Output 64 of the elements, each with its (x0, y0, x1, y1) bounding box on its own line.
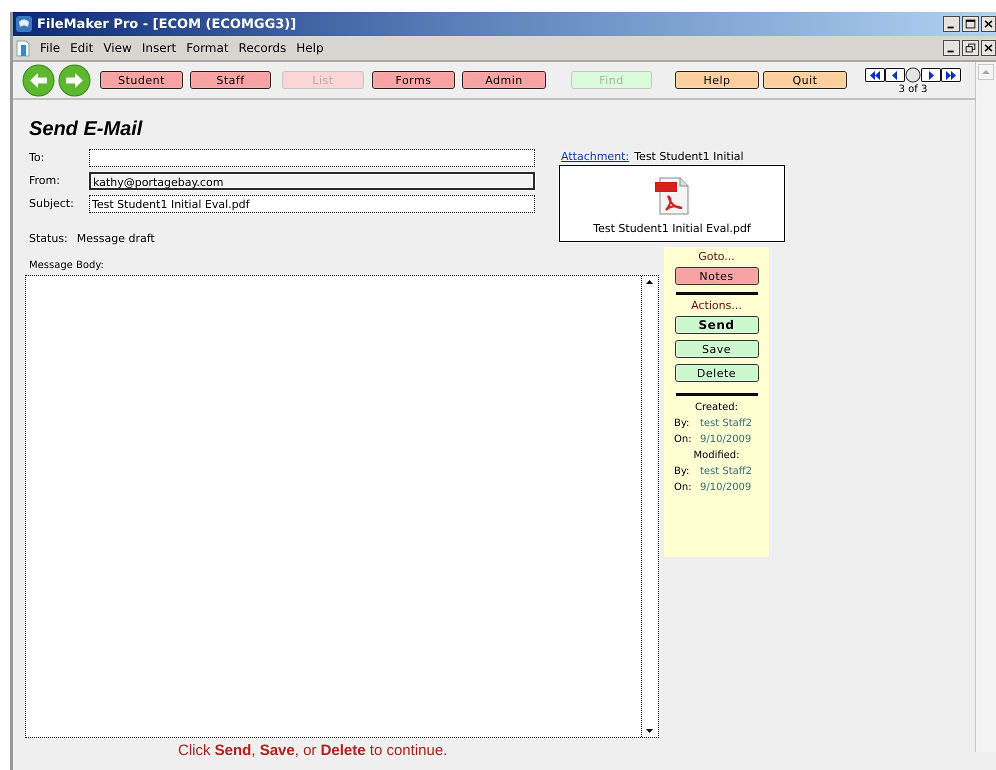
maximize-icon[interactable] (962, 16, 979, 32)
toolbar-button[interactable]: Student (100, 71, 183, 89)
input-field[interactable] (89, 148, 535, 166)
field-label: To: (29, 151, 46, 164)
menu-item[interactable]: Edit (65, 41, 98, 55)
audit-value: 9/10/2009 (700, 433, 752, 447)
minimize-icon[interactable] (943, 40, 960, 56)
toolbar-button[interactable]: Forms (372, 71, 455, 89)
audit-value: 9/10/2009 (700, 481, 752, 495)
field-label: Subject: (29, 197, 75, 210)
first-record-button[interactable] (865, 68, 885, 82)
attachment-name: Test Student1 Initial (634, 150, 744, 163)
last-record-button[interactable] (941, 68, 961, 82)
toolbar-button[interactable]: Help (675, 71, 759, 89)
toolbar-button[interactable]: Staff (190, 71, 271, 89)
previous-record-button[interactable] (885, 68, 905, 82)
audit-value: test Staff2 (700, 417, 752, 431)
toolbar-button[interactable]: Quit (763, 71, 847, 89)
audit-label: By: (674, 465, 690, 479)
audit-value: test Staff2 (700, 465, 752, 479)
message-body-field[interactable] (25, 275, 659, 738)
action-button[interactable]: Send (674, 316, 758, 334)
window-title: FileMaker Pro - [ECOM (ECOMGG3)] (37, 16, 296, 32)
menu-item[interactable]: Help (291, 41, 329, 55)
audit-heading: Created: (694, 401, 739, 415)
next-record-button[interactable] (921, 68, 941, 82)
menu-item[interactable]: File (35, 41, 66, 55)
close-icon[interactable] (981, 40, 996, 56)
audit-label: On: (674, 433, 693, 447)
status-label: Status: (29, 232, 68, 245)
app-icon (15, 15, 33, 33)
menu-item[interactable]: Records (234, 41, 292, 55)
audit-label: On: (674, 481, 693, 495)
scrollbar[interactable] (975, 62, 996, 752)
input-field[interactable]: kathy@portagebay.com (89, 172, 535, 190)
minimize-icon[interactable] (943, 16, 960, 32)
message-body-label: Message Body: (29, 260, 105, 271)
action-button[interactable]: Delete (674, 364, 758, 382)
attachment-box[interactable]: Test Student1 Initial Eval.pdf (559, 165, 785, 242)
attachment-file-name: Test Student1 Initial Eval.pdf (593, 222, 751, 235)
record-slider-icon[interactable] (905, 67, 921, 83)
input-field[interactable]: Test Student1 Initial Eval.pdf (89, 194, 535, 212)
record-counter: 3 of 3 (898, 84, 928, 95)
field-label: From: (29, 174, 61, 187)
notes-button[interactable]: Notes (674, 267, 758, 285)
menu-item[interactable]: Insert (136, 41, 182, 55)
attachment-link[interactable]: Attachment: (561, 150, 630, 163)
form-title: Send E-Mail (29, 118, 144, 141)
menu-item[interactable]: Format (181, 41, 234, 55)
action-button[interactable]: Save (674, 340, 758, 358)
audit-label: By: (674, 417, 690, 431)
instruction-text: Click Send, Save, or Delete to continue. (178, 742, 448, 759)
toolbar-button[interactable]: Admin (462, 71, 546, 89)
double-right-triangle-icon (945, 70, 957, 80)
goto-heading: Goto... (698, 250, 735, 264)
menu-item[interactable]: View (98, 41, 137, 55)
audit-heading: Modified: (692, 449, 741, 463)
pdf-file-icon (654, 176, 690, 216)
double-left-triangle-icon (869, 70, 881, 80)
status-value: Message draft (76, 232, 155, 245)
close-icon[interactable] (981, 16, 996, 32)
document-icon[interactable] (15, 39, 31, 57)
restore-icon[interactable] (962, 40, 979, 56)
actions-heading: Actions... (691, 299, 742, 313)
